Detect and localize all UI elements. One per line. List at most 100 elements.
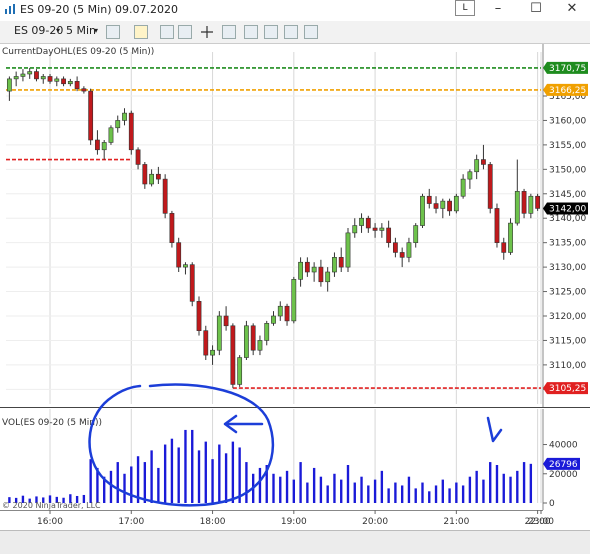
candle-body-down xyxy=(169,213,175,243)
candle xyxy=(420,193,425,228)
candle-body-up xyxy=(474,159,480,173)
maximize-button[interactable]: ☐ xyxy=(522,0,550,18)
candle-body-down xyxy=(135,149,141,165)
candle-body-down xyxy=(155,173,161,180)
volume-bar xyxy=(407,476,411,503)
volume-bar xyxy=(184,429,187,503)
price-panel-label: CurrentDayOHL(ES 09-20 (5 Min)) xyxy=(2,47,154,57)
candle xyxy=(210,345,215,365)
volume-bar xyxy=(380,470,384,503)
candle xyxy=(101,140,107,160)
candle xyxy=(352,218,358,238)
candle xyxy=(264,320,270,346)
layout-button[interactable]: L xyxy=(455,0,475,16)
candle-body-up xyxy=(115,120,121,129)
ninjatrader-app-icon xyxy=(5,4,15,14)
time-axis-label: 19:00 xyxy=(281,517,307,527)
candle xyxy=(453,193,459,214)
candle-body-down xyxy=(203,330,209,356)
candle xyxy=(122,108,127,126)
chart-toolbar: ES 09-20 ▾ 5 Min ▾ xyxy=(0,21,590,44)
candle-body-up xyxy=(27,71,33,75)
instrument-chevron-down-icon[interactable]: ▾ xyxy=(56,26,60,35)
snapshot-icon[interactable] xyxy=(284,25,298,39)
minimize-button[interactable]: – xyxy=(484,0,512,18)
volume-bar xyxy=(292,479,296,503)
candle-body-down xyxy=(386,227,392,243)
pencil-drawing-icon[interactable] xyxy=(134,25,148,39)
candle xyxy=(223,306,229,331)
volume-bar xyxy=(441,479,444,503)
horizontal-scrollbar[interactable] xyxy=(0,530,590,554)
candle-body-down xyxy=(392,242,398,253)
zoom-icon[interactable] xyxy=(222,25,236,39)
price-axis[interactable]: 3105,003110,003115,003120,003125,003130,… xyxy=(543,92,586,395)
price-tag-high: 3170,75 xyxy=(543,61,588,74)
candle xyxy=(169,210,175,248)
candle-body-up xyxy=(277,305,283,317)
crosshair-icon[interactable] xyxy=(200,25,214,39)
properties-icon[interactable] xyxy=(304,25,318,39)
candle-body-down xyxy=(481,159,486,165)
bars-type-icon[interactable] xyxy=(106,25,120,39)
candle xyxy=(379,223,385,238)
candle-body-up xyxy=(40,76,46,80)
time-axis[interactable]: 16:00 17:00 18:00 19:00 20:00 21:00 22:0023:00 xyxy=(0,510,590,530)
price-axis-label: 3130,00 xyxy=(549,263,586,273)
strategy-icon[interactable] xyxy=(244,25,258,39)
volume-bar xyxy=(509,476,512,503)
candle xyxy=(34,69,39,82)
price-tag-open: 3166,25 xyxy=(543,83,588,96)
candle-body-down xyxy=(284,305,290,322)
candle-body-up xyxy=(183,264,188,268)
candle xyxy=(142,162,148,189)
interval-chevron-down-icon[interactable]: ▾ xyxy=(94,26,98,35)
volume-bar xyxy=(360,476,363,503)
volume-axis-label: 0 xyxy=(549,499,555,509)
price-tag-low: 3105,25 xyxy=(543,382,588,395)
data-box-icon[interactable] xyxy=(264,25,278,39)
volume-bar xyxy=(340,479,343,503)
indicators-icon[interactable] xyxy=(178,25,192,39)
volume-axis-label: 20000 xyxy=(549,470,578,480)
candle-body-up xyxy=(332,257,337,273)
interval-selector[interactable]: 5 Min xyxy=(66,24,96,37)
candle-body-up xyxy=(237,357,243,385)
candle-body-down xyxy=(162,178,168,214)
volume-chart-panel[interactable]: VOL(ES 09-20 (5 Min)) 02000040000 26796 … xyxy=(0,409,590,510)
volume-bar xyxy=(306,482,309,503)
volume-bar xyxy=(482,479,485,503)
candle xyxy=(501,237,507,260)
close-button[interactable]: ✕ xyxy=(558,0,586,18)
candle xyxy=(196,296,202,336)
candle-body-down xyxy=(88,90,94,141)
candle xyxy=(20,69,26,82)
chart-style-icon[interactable] xyxy=(160,25,174,39)
candle xyxy=(304,257,310,277)
volume-bar xyxy=(387,488,390,503)
candle xyxy=(162,174,168,219)
candle xyxy=(433,196,439,214)
candle xyxy=(528,193,534,219)
candle-body-up xyxy=(359,217,364,226)
volume-bar xyxy=(522,462,526,503)
volume-bar xyxy=(123,473,126,503)
price-chart-panel[interactable]: CurrentDayOHL(ES 09-20 (5 Min)) 3105,003… xyxy=(0,44,590,408)
candle xyxy=(183,262,188,275)
volume-bar xyxy=(285,470,289,503)
candle-body-up xyxy=(352,225,358,234)
volume-bar xyxy=(103,476,106,503)
candle-body-down xyxy=(142,164,148,185)
volume-bar xyxy=(319,476,323,503)
price-grid xyxy=(6,52,542,404)
volume-bar xyxy=(400,485,404,503)
candle xyxy=(460,174,466,199)
candle-body-up xyxy=(244,325,249,358)
volume-tags: 26796 xyxy=(543,457,580,470)
volume-axis[interactable]: 0 20000 40000 xyxy=(543,441,578,509)
volume-bar xyxy=(136,456,140,503)
volume-bar xyxy=(502,473,505,503)
candle xyxy=(47,74,53,84)
candle xyxy=(332,252,337,277)
candle xyxy=(135,147,141,170)
